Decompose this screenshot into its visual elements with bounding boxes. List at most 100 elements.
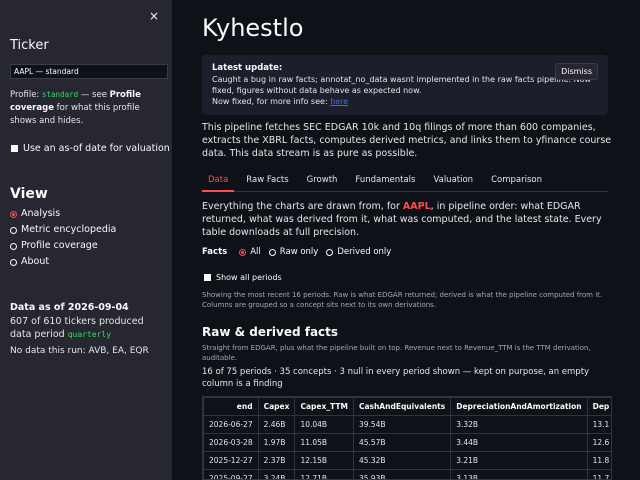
table-cell: 13.1 xyxy=(586,415,611,434)
view-option-label: Profile coverage xyxy=(21,240,98,251)
alert-line2-prefix: Now fixed, for more info see: xyxy=(212,97,328,106)
column-header[interactable]: CashAndEquivalents xyxy=(352,397,452,416)
view-heading: View xyxy=(10,186,48,202)
table-cell: 45.32B xyxy=(352,451,452,470)
table-row: 2025-12-27 2.37B 12.15B 45.32B 3.21B 11.8 xyxy=(203,451,611,470)
tab-bar: Data Raw Facts Growth Fundamentals Valuation… xyxy=(202,170,608,192)
asof-label: Use an as-of date for valuation xyxy=(23,143,170,154)
column-header[interactable]: end xyxy=(203,397,259,416)
profile-description: Profile: standard — see Profile coverage… xyxy=(10,88,165,128)
radio-icon[interactable] xyxy=(268,248,276,256)
facts-table: end Capex Capex_TTM CashAndEquivalents Depre… xyxy=(203,397,611,479)
tab-raw-facts[interactable]: Raw Facts xyxy=(240,170,294,192)
period-code: quarterly xyxy=(67,330,112,339)
dismiss-button[interactable]: Dismiss xyxy=(555,63,598,80)
profile-mid: — see xyxy=(80,90,107,100)
ticker-label: Ticker xyxy=(10,38,49,53)
data-description: Everything the charts are drawn from, fo… xyxy=(202,200,612,239)
facts-option-all[interactable]: All xyxy=(239,247,261,257)
table-cell: 2025-12-27 xyxy=(203,451,259,470)
view-option-label: About xyxy=(21,256,50,267)
view-option-about[interactable]: About xyxy=(10,254,116,270)
main-content: Kyhestlo Latest update: Caught a bug in … xyxy=(172,0,640,480)
body-prefix: Everything the charts are drawn from, fo… xyxy=(202,201,400,212)
table-cell: 11.8 xyxy=(586,451,611,470)
table-cell: 3.24B xyxy=(257,469,296,479)
page-title: Kyhestlo xyxy=(202,14,304,42)
facts-label: Facts xyxy=(202,247,228,257)
tab-growth[interactable]: Growth xyxy=(301,170,344,192)
table-row: 2026-06-27 2.46B 10.04B 39.54B 3.32B 13.1 xyxy=(203,415,611,434)
body-ticker: AAPL xyxy=(402,201,431,212)
view-radio-group: Analysis Metric encyclopedia Profile cover… xyxy=(10,206,116,270)
periods-note: Showing the most recent 16 periods. Raw … xyxy=(202,291,603,309)
tab-fundamentals[interactable]: Fundamentals xyxy=(349,170,421,192)
table-row: 2025-09-27 3.24B 12.71B 35.93B 3.13B 11.7 xyxy=(203,469,611,479)
table-cell: 2026-06-27 xyxy=(203,415,259,434)
table-cell: 3.13B xyxy=(450,469,588,479)
radio-icon[interactable] xyxy=(239,248,247,256)
facts-radio-group: Facts All Raw only Derived only xyxy=(202,247,391,257)
facts-table-container[interactable]: end Capex Capex_TTM CashAndEquivalents Depre… xyxy=(202,396,612,480)
facts-option-label: Derived only xyxy=(337,247,392,257)
table-cell: 12.15B xyxy=(294,451,354,470)
profile-prefix: Profile: xyxy=(10,90,40,100)
column-header[interactable]: Dep xyxy=(586,397,611,416)
table-cell: 11.05B xyxy=(294,433,354,452)
table-cell: 2.46B xyxy=(257,415,296,434)
table-cell: 45.57B xyxy=(352,433,452,452)
profile-code: standard xyxy=(42,90,79,99)
facts-option-derived-only[interactable]: Derived only xyxy=(326,247,391,257)
view-option-metric-encyclopedia[interactable]: Metric encyclopedia xyxy=(10,222,116,238)
view-option-analysis[interactable]: Analysis xyxy=(10,206,116,222)
column-header[interactable]: DepreciationAndAmortization xyxy=(450,397,588,416)
tab-valuation[interactable]: Valuation xyxy=(427,170,479,192)
update-alert: Latest update: Caught a bug in raw facts… xyxy=(202,55,608,115)
table-cell: 2.37B xyxy=(257,451,296,470)
table-row: 2026-03-28 1.97B 11.05B 45.57B 3.44B 12.6 xyxy=(203,433,611,452)
facts-option-raw-only[interactable]: Raw only xyxy=(268,247,319,257)
show-all-periods-row[interactable]: Show all periods xyxy=(204,273,282,282)
no-data-text: No data this run: AVB, EA, EQR xyxy=(10,346,149,356)
section-title: Raw & derived facts xyxy=(202,325,339,339)
table-cell: 3.21B xyxy=(450,451,588,470)
column-header[interactable]: Capex_TTM xyxy=(294,397,354,416)
table-cell: 2026-03-28 xyxy=(203,433,259,452)
radio-icon[interactable] xyxy=(10,242,17,250)
ticker-select[interactable]: AAPL — standard xyxy=(10,64,168,79)
section-caption: Straight from EDGAR, plus what the pipel… xyxy=(202,344,591,362)
tab-comparison[interactable]: Comparison xyxy=(485,170,548,192)
show-all-label: Show all periods xyxy=(216,273,282,282)
tickers-produced-text: 607 of 610 tickers produced data period … xyxy=(10,315,165,341)
close-sidebar-icon[interactable]: × xyxy=(149,9,159,23)
radio-icon[interactable] xyxy=(326,248,334,256)
view-option-profile-coverage[interactable]: Profile coverage xyxy=(10,238,116,254)
alert-heading: Latest update: xyxy=(212,63,283,73)
table-cell: 39.54B xyxy=(352,415,452,434)
table-cell: 3.44B xyxy=(450,433,588,452)
tab-data[interactable]: Data xyxy=(202,170,235,192)
table-cell: 12.71B xyxy=(294,469,354,479)
table-cell: 2025-09-27 xyxy=(203,469,259,479)
asof-checkbox[interactable] xyxy=(11,145,18,152)
radio-icon[interactable] xyxy=(10,210,17,218)
intro-text: This pipeline fetches SEC EDGAR 10k and … xyxy=(202,122,612,159)
view-option-label: Metric encyclopedia xyxy=(21,224,117,235)
facts-option-label: Raw only xyxy=(279,247,319,257)
view-option-label: Analysis xyxy=(21,208,61,219)
table-cell: 35.93B xyxy=(352,469,452,479)
alert-line1: Caught a bug in raw facts; annotat_no_da… xyxy=(212,75,592,95)
table-cell: 12.6 xyxy=(586,433,611,452)
facts-option-label: All xyxy=(250,247,261,257)
table-summary: 16 of 75 periods · 35 concepts · 3 null … xyxy=(202,367,590,389)
table-header-row: end Capex Capex_TTM CashAndEquivalents Depre… xyxy=(203,397,611,416)
radio-icon[interactable] xyxy=(10,226,17,234)
radio-icon[interactable] xyxy=(10,258,17,266)
alert-link[interactable]: here xyxy=(330,97,348,106)
table-cell: 10.04B xyxy=(294,415,354,434)
table-cell: 1.97B xyxy=(257,433,296,452)
show-all-checkbox[interactable] xyxy=(204,274,211,281)
column-header[interactable]: Capex xyxy=(257,397,296,416)
asof-checkbox-row[interactable]: Use an as-of date for valuation xyxy=(11,143,170,154)
table-cell: 3.32B xyxy=(450,415,588,434)
